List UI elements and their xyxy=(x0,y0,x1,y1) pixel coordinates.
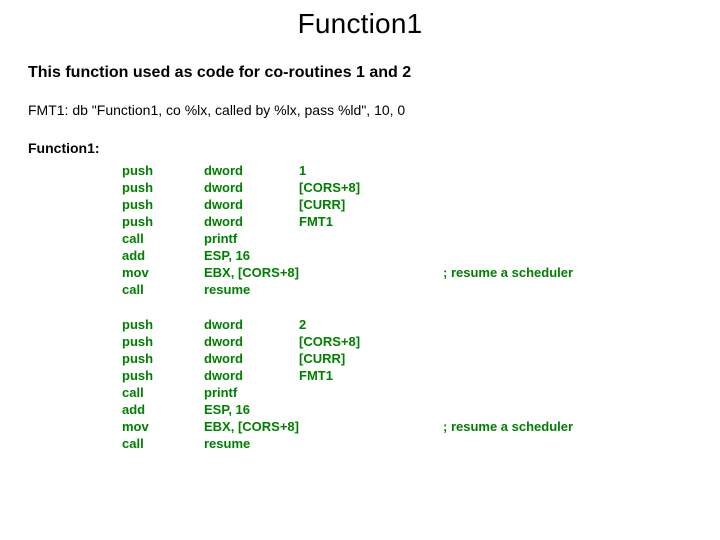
asm-arg: printf xyxy=(204,230,299,247)
asm-arg: ESP, 16 xyxy=(204,247,299,264)
asm-arg: 1 xyxy=(299,162,443,179)
asm-row: pushdword[CORS+8] xyxy=(122,179,573,196)
asm-arg: 2 xyxy=(299,316,443,333)
asm-op: mov xyxy=(122,418,204,435)
asm-arg: dword xyxy=(204,213,299,230)
asm-arg: EBX, [CORS+8] xyxy=(204,264,299,281)
asm-arg xyxy=(299,384,443,401)
asm-comment xyxy=(443,230,573,247)
asm-op: push xyxy=(122,367,204,384)
asm-arg: dword xyxy=(204,333,299,350)
asm-row: callresume xyxy=(122,435,573,452)
asm-comment xyxy=(443,281,573,298)
asm-op: mov xyxy=(122,264,204,281)
asm-arg xyxy=(299,230,443,247)
asm-row: callprintf xyxy=(122,230,573,247)
asm-comment xyxy=(443,213,573,230)
asm-op: push xyxy=(122,316,204,333)
asm-arg: [CURR] xyxy=(299,350,443,367)
asm-comment xyxy=(443,350,573,367)
asm-arg: [CORS+8] xyxy=(299,333,443,350)
asm-comment xyxy=(443,384,573,401)
asm-arg: dword xyxy=(204,316,299,333)
asm-op: push xyxy=(122,162,204,179)
asm-comment: ; resume a scheduler xyxy=(443,264,573,281)
description-line: This function used as code for co-routin… xyxy=(28,64,692,82)
asm-row: pushdwordFMT1 xyxy=(122,367,573,384)
asm-arg: dword xyxy=(204,196,299,213)
asm-block-1: pushdword1 pushdword[CORS+8] pushdword[C… xyxy=(122,162,573,298)
asm-comment xyxy=(443,179,573,196)
asm-comment xyxy=(443,333,573,350)
asm-arg: resume xyxy=(204,281,299,298)
asm-op: push xyxy=(122,196,204,213)
asm-arg: FMT1 xyxy=(299,367,443,384)
asm-block-2: pushdword2 pushdword[CORS+8] pushdword[C… xyxy=(122,316,573,452)
asm-arg: ESP, 16 xyxy=(204,401,299,418)
asm-comment: ; resume a scheduler xyxy=(443,418,573,435)
asm-row: pushdword[CORS+8] xyxy=(122,333,573,350)
asm-row: movEBX, [CORS+8] ; resume a scheduler xyxy=(122,264,573,281)
asm-arg: dword xyxy=(204,179,299,196)
asm-row: addESP, 16 xyxy=(122,401,573,418)
asm-arg: [CURR] xyxy=(299,196,443,213)
asm-arg: resume xyxy=(204,435,299,452)
asm-row: pushdword2 xyxy=(122,316,573,333)
function-label: Function1: xyxy=(28,140,692,156)
slide: Function1 This function used as code for… xyxy=(0,0,720,540)
asm-arg xyxy=(299,247,443,264)
asm-row: pushdword1 xyxy=(122,162,573,179)
asm-row: pushdwordFMT1 xyxy=(122,213,573,230)
asm-arg xyxy=(299,281,443,298)
asm-arg: dword xyxy=(204,162,299,179)
asm-op: push xyxy=(122,213,204,230)
asm-arg: [CORS+8] xyxy=(299,179,443,196)
asm-op: push xyxy=(122,350,204,367)
asm-comment xyxy=(443,247,573,264)
asm-comment xyxy=(443,435,573,452)
asm-op: add xyxy=(122,401,204,418)
asm-row: pushdword[CURR] xyxy=(122,350,573,367)
asm-comment xyxy=(443,162,573,179)
asm-comment xyxy=(443,367,573,384)
asm-arg: dword xyxy=(204,367,299,384)
asm-arg: dword xyxy=(204,350,299,367)
asm-op: call xyxy=(122,281,204,298)
asm-arg xyxy=(299,401,443,418)
asm-op: call xyxy=(122,435,204,452)
asm-arg xyxy=(299,418,443,435)
asm-op: push xyxy=(122,179,204,196)
asm-row: callprintf xyxy=(122,384,573,401)
asm-row: pushdword[CURR] xyxy=(122,196,573,213)
asm-op: call xyxy=(122,230,204,247)
asm-comment xyxy=(443,401,573,418)
asm-row: addESP, 16 xyxy=(122,247,573,264)
asm-arg xyxy=(299,264,443,281)
format-line: FMT1: db "Function1, co %lx, called by %… xyxy=(28,102,692,118)
asm-op: call xyxy=(122,384,204,401)
asm-op: add xyxy=(122,247,204,264)
asm-arg: printf xyxy=(204,384,299,401)
asm-arg: FMT1 xyxy=(299,213,443,230)
asm-arg xyxy=(299,435,443,452)
code-block: Function1: pushdword1 pushdword[CORS+8] … xyxy=(28,140,692,452)
asm-comment xyxy=(443,316,573,333)
asm-row: callresume xyxy=(122,281,573,298)
asm-comment xyxy=(443,196,573,213)
asm-op: push xyxy=(122,333,204,350)
page-title: Function1 xyxy=(28,8,692,40)
asm-row: movEBX, [CORS+8] ; resume a scheduler xyxy=(122,418,573,435)
asm-arg: EBX, [CORS+8] xyxy=(204,418,299,435)
